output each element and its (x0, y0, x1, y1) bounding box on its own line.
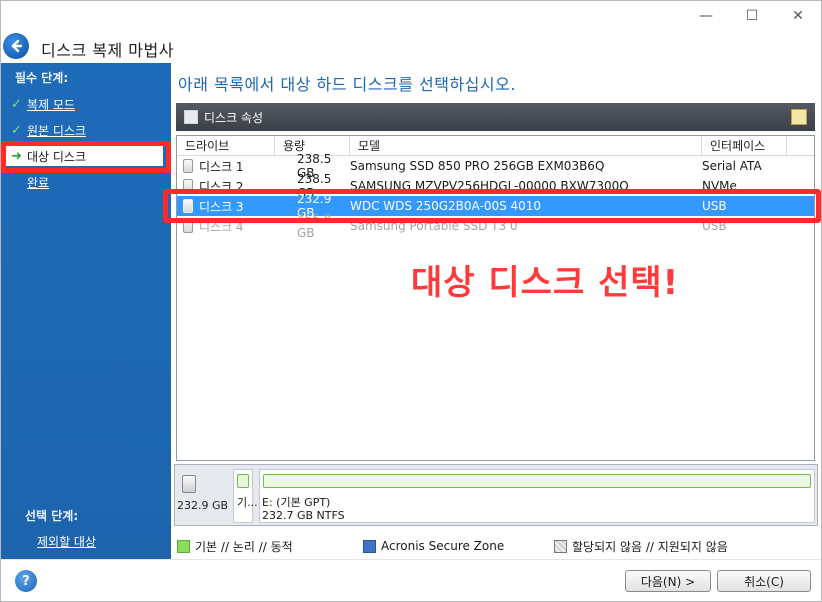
partition-small[interactable]: 기... (233, 469, 258, 523)
highlight-box-row (163, 189, 821, 223)
annotation-text: 대상 디스크 선택! (411, 263, 680, 303)
partition-detail: 232.7 GB NTFS (262, 509, 345, 522)
optional-steps-heading: 선택 단계: (25, 509, 79, 523)
partition-small-label: 기... (237, 496, 258, 509)
check-icon: ✓ (11, 96, 22, 112)
highlight-box-sidebar (1, 141, 171, 173)
title-bar: — ☐ ✕ 디스크 복제 마법사 (1, 1, 821, 63)
properties-icon (184, 110, 198, 124)
back-button[interactable] (3, 33, 29, 59)
disk-icon (182, 475, 196, 493)
legend-label: 할당되지 않음 // 지원되지 않음 (572, 539, 728, 554)
minimize-icon: — (699, 8, 713, 24)
column-header-model[interactable]: 모델 (350, 136, 702, 156)
column-header-drive[interactable]: 드라이브 (177, 136, 275, 156)
partition-bar (263, 474, 811, 488)
close-icon: ✕ (792, 8, 804, 24)
minimize-button[interactable]: — (683, 1, 729, 31)
disk-layout-panel: 232.9 GB 기... E: (기본 GPT) 232.7 GB NTFS (174, 464, 818, 526)
disk-model: Samsung SSD 850 PRO 256GB EXM03B6Q (350, 159, 605, 173)
disk-properties-label: 디스크 속성 (204, 110, 264, 125)
required-steps-heading: 필수 단계: (15, 71, 69, 85)
disk-interface: Serial ATA (702, 159, 762, 173)
step-clone-mode[interactable]: ✓ 복제 모드 (11, 94, 75, 114)
legend-label: 기본 // 논리 // 동적 (195, 539, 293, 554)
legend-unallocated: 할당되지 않음 // 지원되지 않음 (554, 538, 728, 554)
help-button[interactable]: ? (15, 570, 37, 592)
step-source-disk[interactable]: ✓ 원본 디스크 (11, 120, 86, 140)
legend-secure-zone: Acronis Secure Zone (363, 538, 504, 554)
partition-label: E: (기본 GPT) (262, 496, 331, 509)
next-button[interactable]: 다음(N) > (625, 570, 711, 592)
close-button[interactable]: ✕ (775, 1, 821, 31)
partition-bar (237, 474, 249, 488)
help-icon: ? (22, 573, 30, 589)
partition-main[interactable]: E: (기본 GPT) 232.7 GB NTFS (259, 469, 815, 523)
maximize-icon: ☐ (745, 8, 759, 24)
step-exclusions[interactable]: 제외할 대상 (37, 533, 96, 550)
disk-properties-bar[interactable]: 디스크 속성 (176, 103, 815, 131)
step-label: 원본 디스크 (27, 123, 87, 138)
legend-label: Acronis Secure Zone (381, 539, 505, 553)
legend-swatch-gray (554, 539, 567, 553)
column-header-interface[interactable]: 인터페이스 (702, 136, 787, 156)
step-finish[interactable]: 완료 (11, 172, 49, 192)
legend-swatch-blue (363, 539, 376, 553)
disk-drive: 디스크 1 (199, 159, 244, 174)
wizard-window: — ☐ ✕ 디스크 복제 마법사 필수 단계: ✓ 복제 모드 ✓ 원본 디스크… (0, 0, 822, 602)
legend-swatch-green (177, 539, 190, 553)
disk-size-label: 232.9 GB (177, 499, 229, 512)
footer: ? 다음(N) > 취소(C) (1, 559, 821, 601)
disk-list-header: 드라이브 용량 모델 인터페이스 (177, 136, 814, 156)
disk-row[interactable]: 디스크 1 238.5 GB Samsung SSD 850 PRO 256GB… (177, 152, 814, 180)
disk-icon (183, 159, 193, 173)
check-icon: ✓ (11, 122, 22, 138)
legend-basic: 기본 // 논리 // 동적 (177, 538, 293, 554)
step-label: 완료 (27, 175, 50, 190)
note-icon[interactable] (791, 109, 807, 125)
sidebar: 필수 단계: ✓ 복제 모드 ✓ 원본 디스크 ➜ 대상 디스크 완료 선택 단… (1, 63, 171, 559)
instruction-text: 아래 목록에서 대상 하드 디스크를 선택하십시오. (178, 75, 516, 94)
cancel-button[interactable]: 취소(C) (717, 570, 811, 592)
step-label: 복제 모드 (27, 97, 75, 112)
window-title: 디스크 복제 마법사 (41, 41, 174, 60)
back-arrow-icon (11, 39, 23, 53)
maximize-button[interactable]: ☐ (729, 1, 775, 31)
